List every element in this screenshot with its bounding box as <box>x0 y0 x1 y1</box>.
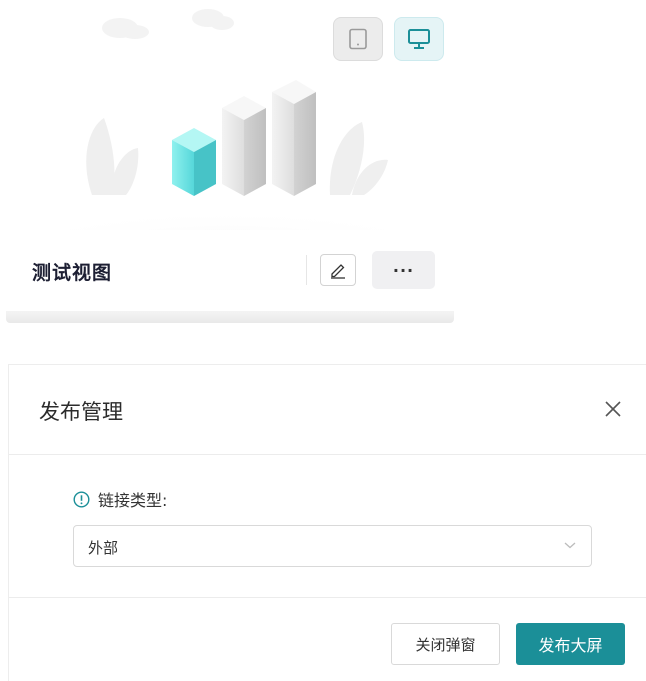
link-type-label: 链接类型: <box>73 487 167 511</box>
publish-dialog: 发布管理 链接类型: 外部 关闭弹窗 发布大屏 <box>8 364 646 681</box>
pencil-icon <box>331 264 345 279</box>
view-title: 测试视图 <box>32 262 113 284</box>
footer-divider <box>9 597 646 598</box>
link-type-value: 外部 <box>88 539 119 557</box>
divider <box>306 255 307 285</box>
close-popup-button[interactable]: 关闭弹窗 <box>391 623 500 665</box>
edit-button[interactable] <box>320 254 356 286</box>
publish-screen-button[interactable]: 发布大屏 <box>516 623 625 665</box>
card-bottom-edge <box>6 311 454 323</box>
desktop-icon <box>408 29 430 49</box>
close-icon <box>605 401 621 417</box>
close-dialog-button[interactable] <box>599 395 627 423</box>
link-type-label-text: 链接类型: <box>98 491 168 510</box>
more-icon: ··· <box>392 260 415 280</box>
header-divider <box>9 454 646 455</box>
link-type-select[interactable]: 外部 <box>73 525 592 567</box>
tablet-view-button[interactable] <box>333 17 383 61</box>
chevron-down-icon <box>564 542 576 549</box>
more-options-button[interactable]: ··· <box>372 251 435 289</box>
view-card: 测试视图 ··· <box>0 0 456 325</box>
tablet-icon <box>349 28 367 50</box>
info-icon <box>73 490 90 508</box>
dialog-title: 发布管理 <box>39 400 123 424</box>
desktop-view-button[interactable] <box>394 17 444 61</box>
bar-chart-illustration <box>13 9 443 230</box>
